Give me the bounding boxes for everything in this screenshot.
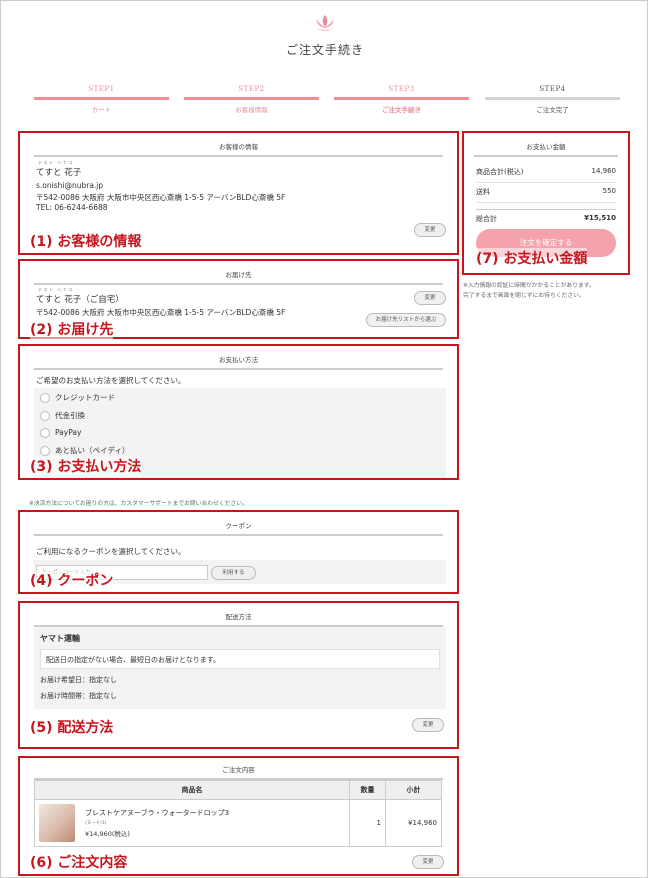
step-2: STEP2 お客様情報 <box>184 85 319 114</box>
step-3: STEP3 ご注文手続き <box>334 85 469 114</box>
step-label: お客様情報 <box>235 106 268 114</box>
radio-button[interactable] <box>40 446 50 456</box>
row-label: 送料 <box>476 188 490 196</box>
order-items-table: 商品名 数量 小計 ブレストケアヌーブラ・ウォータードロップ3 (ヌード/3) … <box>34 780 442 847</box>
customer-name: てすと 花子 <box>36 168 82 178</box>
customer-address: 〒542-0086 大阪府 大阪市中央区西心斎橋 1-5-5 アーバンBLD心斎… <box>36 193 286 202</box>
payment-method-section: お支払い方法 ご希望のお支払い方法を選択してください。 クレジットカード 代金引… <box>18 344 459 480</box>
section-heading: お支払い方法 <box>34 354 443 370</box>
table-header-row: 商品名 数量 小計 <box>34 780 442 800</box>
quantity-cell: 1 <box>349 799 386 847</box>
lotus-logo-icon <box>316 15 334 31</box>
edit-order-button[interactable]: 変更 <box>412 855 444 869</box>
step-number: STEP4 <box>539 85 566 93</box>
coupon-prompt: ご利用になるクーポンを選択してください。 <box>36 547 186 556</box>
option-label: PayPay <box>55 428 82 437</box>
payment-summary-section: お支払い金額 商品合計(税込) 14,960 送料 550 総合計 ¥15,510 注… <box>462 131 630 275</box>
delivery-section: お届け先 テスト ハナコ てすと 花子（ご自宅） 〒542-0086 大阪府 大… <box>18 259 459 339</box>
select-from-address-list-button[interactable]: お届け先リストから選ぶ <box>366 313 446 327</box>
row-label: 総合計 <box>476 215 497 223</box>
radio-button[interactable] <box>40 393 50 403</box>
step-bar <box>184 97 319 100</box>
payment-help-note: ※決済方法についてお困りの方は、カスタマーサポートまでお問い合わせください。 <box>29 501 248 507</box>
annotation-label: (2) お届け先 <box>30 319 114 339</box>
step-number: STEP1 <box>88 85 115 93</box>
page: ご注文手続き STEP1 カート STEP2 お客様情報 STEP3 ご注文手続… <box>0 0 648 878</box>
product-thumbnail <box>39 804 75 842</box>
section-heading: クーポン <box>34 520 443 536</box>
payment-option-paidy[interactable]: あと払い（ペイディ） <box>40 445 129 456</box>
section-heading: お支払い金額 <box>474 141 618 157</box>
edit-shipping-button[interactable]: 変更 <box>412 718 444 732</box>
radio-button[interactable] <box>40 411 50 421</box>
annotation-label: (1) お客様の情報 <box>30 231 142 251</box>
delivery-time: お届け時間帯：指定なし <box>40 692 117 700</box>
page-title: ご注文手続き <box>285 43 364 57</box>
column-header-subtotal: 小計 <box>385 780 442 800</box>
annotation-label: (4) クーポン <box>30 570 114 590</box>
product-variant: (ヌード/3) <box>85 821 107 826</box>
product-name[interactable]: ブレストケアヌーブラ・ウォータードロップ3 <box>85 808 229 818</box>
summary-note-2: 完了するまで画面を閉じずにお待ちください。 <box>463 293 585 299</box>
coupon-section: クーポン ご利用になるクーポンを選択してください。 利用する (4) クーポン <box>18 510 459 594</box>
payment-option-credit-card[interactable]: クレジットカード <box>40 392 115 403</box>
table-row: ブレストケアヌーブラ・ウォータードロップ3 (ヌード/3) ¥14,960(税込… <box>34 799 442 847</box>
section-heading: 配送方法 <box>34 611 443 627</box>
annotation-label: (5) 配送方法 <box>30 717 114 737</box>
row-value: ¥15,510 <box>584 214 616 222</box>
payment-option-paypay[interactable]: PayPay <box>40 428 81 438</box>
step-4: STEP4 ご注文完了 <box>485 85 620 114</box>
summary-row-shipping: 送料 550 <box>476 187 616 203</box>
customer-info-section: お客様の情報 テスト ハナコ てすと 花子 s.onishi@nubra.jp … <box>18 131 459 255</box>
row-value: 14,960 <box>591 167 617 175</box>
step-label: ご注文完了 <box>536 106 569 114</box>
section-heading: ご注文内容 <box>34 764 443 780</box>
delivery-date: お届け希望日：指定なし <box>40 676 117 684</box>
step-bar <box>34 97 169 100</box>
order-contents-section: ご注文内容 商品名 数量 小計 ブレストケアヌーブラ・ウォータードロップ3 (ヌ… <box>18 756 459 876</box>
section-heading: お届け先 <box>34 269 443 285</box>
step-bar <box>485 97 620 100</box>
product-cell: ブレストケアヌーブラ・ウォータードロップ3 (ヌード/3) ¥14,960(税込… <box>34 799 350 847</box>
section-heading: お客様の情報 <box>34 141 443 157</box>
product-price: ¥14,960(税込) <box>85 830 130 838</box>
annotation-label: (3) お支払い方法 <box>30 456 142 476</box>
option-label: あと払い（ペイディ） <box>55 446 130 455</box>
delivery-name: てすと 花子（ご自宅） <box>36 295 124 305</box>
row-value: 550 <box>602 187 616 195</box>
step-1: STEP1 カート <box>34 85 169 114</box>
apply-coupon-button[interactable]: 利用する <box>211 566 256 580</box>
shipping-message: 配送日の指定がない場合、最短日のお届けとなります。 <box>46 656 221 664</box>
shipping-section: 配送方法 ヤマト運輸 配送日の指定がない場合、最短日のお届けとなります。 お届け… <box>18 601 459 749</box>
edit-customer-button[interactable]: 変更 <box>414 223 446 237</box>
annotation-label: (6) ご注文内容 <box>30 852 128 872</box>
shipping-carrier: ヤマト運輸 <box>40 634 80 643</box>
annotation-label: (7) お支払い金額 <box>476 248 588 268</box>
payment-prompt: ご希望のお支払い方法を選択してください。 <box>36 376 186 385</box>
step-number: STEP3 <box>388 85 415 93</box>
edit-delivery-button[interactable]: 変更 <box>414 291 446 305</box>
step-label: ご注文手続き <box>382 106 421 114</box>
customer-tel: TEL: 06-6244-6688 <box>36 203 108 212</box>
step-number: STEP2 <box>238 85 265 93</box>
step-indicator: STEP1 カート STEP2 お客様情報 STEP3 ご注文手続き STEP4… <box>34 85 620 115</box>
customer-email: s.onishi@nubra.jp <box>36 181 104 190</box>
subtotal-cell: ¥14,960 <box>385 799 442 847</box>
option-label: 代金引換 <box>55 411 85 420</box>
summary-note-1: ※入力情報の認証に時間がかかることがあります。 <box>463 283 595 289</box>
option-label: クレジットカード <box>55 393 115 402</box>
column-header-quantity: 数量 <box>349 780 386 800</box>
payment-option-cod[interactable]: 代金引換 <box>40 410 85 421</box>
row-label: 商品合計(税込) <box>476 168 524 176</box>
summary-row-subtotal: 商品合計(税込) 14,960 <box>476 167 616 183</box>
radio-button[interactable] <box>40 428 50 438</box>
step-label: カート <box>91 106 112 114</box>
summary-row-total: 総合計 ¥15,510 <box>476 209 616 229</box>
step-bar <box>334 97 469 100</box>
column-header-product: 商品名 <box>34 780 350 800</box>
delivery-address: 〒542-0086 大阪府 大阪市中央区西心斎橋 1-5-5 アーバンBLD心斎… <box>36 308 286 317</box>
